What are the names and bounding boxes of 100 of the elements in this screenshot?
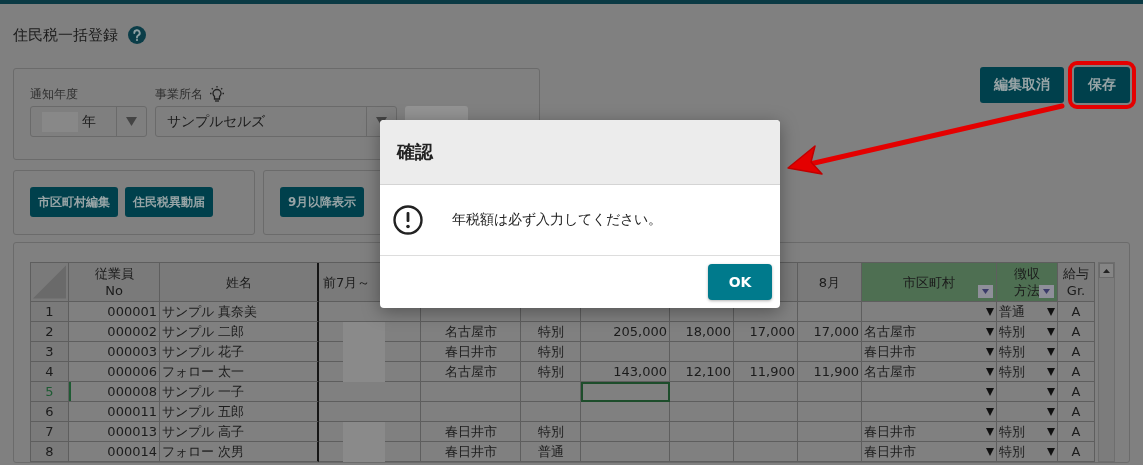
dropdown-arrow-icon (1047, 367, 1055, 376)
table-cell: サンプル 花子 (160, 342, 319, 362)
table-cell (521, 382, 581, 402)
dialog-message: 年税額は必ず入力してください。 (452, 211, 662, 229)
cell-value: 名古屋市 (864, 322, 916, 341)
dropdown-cell[interactable]: 春日井市 (862, 422, 997, 442)
action-button[interactable]: 市区町村編集 (30, 187, 118, 217)
dropdown-cell[interactable]: 特別 (997, 322, 1058, 342)
table-cell (734, 402, 798, 422)
table-cell (670, 342, 734, 362)
dropdown-cell[interactable]: 特別 (997, 442, 1058, 462)
column-header: 徴収方法 (997, 263, 1058, 302)
row-number: 3 (31, 342, 69, 362)
page-title: 住民税一括登録 (13, 25, 118, 45)
cell-value: 特別 (999, 362, 1025, 381)
table-cell: 000006 (69, 362, 160, 382)
table-cell: 000011 (69, 402, 160, 422)
row-number: 4 (31, 362, 69, 382)
dropdown-arrow-icon (986, 447, 994, 456)
dropdown-cell[interactable]: 特別 (997, 362, 1058, 382)
table-cell (521, 402, 581, 422)
dropdown-cell[interactable]: 春日井市 (862, 442, 997, 462)
dropdown-arrow-icon (1047, 427, 1055, 436)
help-icon (128, 26, 146, 44)
dropdown-arrow-icon (986, 307, 994, 316)
table-cell: 000008 (69, 382, 160, 402)
table-cell: 18,000 (670, 322, 734, 342)
year-select[interactable]: 年 (30, 106, 147, 137)
cell-value: 特別 (999, 322, 1025, 341)
dropdown-cell[interactable] (862, 402, 997, 422)
table-cell (798, 342, 862, 362)
dropdown-cell[interactable]: 名古屋市 (862, 322, 997, 342)
dropdown-cell[interactable] (997, 402, 1058, 422)
office-select[interactable]: サンプルセルズ (155, 106, 397, 137)
table-cell (798, 402, 862, 422)
action-button[interactable]: 住民税異動届 (125, 187, 213, 217)
dialog-title: 確認 (380, 120, 780, 185)
dropdown-cell[interactable]: 名古屋市 (862, 362, 997, 382)
dropdown-arrow-icon (1047, 307, 1055, 316)
field-label: 通知年度 (30, 86, 78, 103)
row-number: 2 (31, 322, 69, 342)
table-cell: 11,900 (734, 362, 798, 382)
dropdown-arrow-icon (1047, 407, 1055, 416)
column-header: 給与Gr. (1058, 263, 1095, 302)
row-number: 6 (31, 402, 69, 422)
table-cell: A (1058, 442, 1095, 462)
table-cell (734, 422, 798, 442)
action-button[interactable]: 9月以降表示 (280, 187, 365, 217)
table-cell: 11,900 (798, 362, 862, 382)
scroll-up-arrow-icon (1103, 268, 1110, 273)
row-number: 1 (31, 302, 69, 322)
dropdown-cell[interactable]: 特別 (997, 422, 1058, 442)
table-cell (670, 382, 734, 402)
exclamation-icon (393, 205, 423, 235)
active-cell[interactable] (581, 382, 670, 402)
table-cell: フォロー 次男 (160, 442, 319, 462)
dropdown-arrow-icon (986, 427, 994, 436)
column-header: 姓名 (160, 263, 319, 302)
dropdown-cell[interactable] (862, 382, 997, 402)
table-cell: 春日井市 (421, 422, 521, 442)
cancel-edit-button[interactable]: 編集取消 (980, 67, 1064, 103)
table-cell: 名古屋市 (421, 322, 521, 342)
table-cell: サンプル 真奈美 (160, 302, 319, 322)
ok-button[interactable]: OK (708, 264, 772, 300)
scrollbar[interactable] (1098, 262, 1115, 462)
select-value: 年 (82, 112, 96, 131)
table-cell (670, 422, 734, 442)
table-cell: 普通 (521, 442, 581, 462)
table-cell: A (1058, 342, 1095, 362)
dropdown-cell[interactable] (862, 302, 997, 322)
table-cell: サンプル 高子 (160, 422, 319, 442)
row-number: 7 (31, 422, 69, 442)
dropdown-cell[interactable] (997, 382, 1058, 402)
cell-value: 特別 (999, 342, 1025, 361)
table-cell: 春日井市 (421, 342, 521, 362)
table-cell: 特別 (521, 322, 581, 342)
dropdown-cell[interactable]: 普通 (997, 302, 1058, 322)
field-label: 事業所名 (155, 86, 203, 103)
lightbulb-icon (209, 86, 225, 103)
filter-button[interactable] (978, 285, 993, 298)
table-cell: A (1058, 422, 1095, 442)
table-cell: A (1058, 402, 1095, 422)
dropdown-cell[interactable]: 春日井市 (862, 342, 997, 362)
dropdown-cell[interactable]: 特別 (997, 342, 1058, 362)
filter-button[interactable] (1039, 285, 1054, 298)
cell-value: 普通 (999, 302, 1025, 321)
table-cell: サンプル 二郎 (160, 322, 319, 342)
table-cell: 000002 (69, 322, 160, 342)
cell-value: 春日井市 (864, 422, 916, 441)
scroll-up-button[interactable] (1099, 263, 1114, 278)
table-cell: 名古屋市 (421, 362, 521, 382)
dropdown-arrow-icon (986, 367, 994, 376)
dropdown-arrow-icon (1047, 327, 1055, 336)
row-number: 5 (31, 382, 69, 402)
table-cell: 特別 (521, 342, 581, 362)
table-cell: 17,000 (734, 322, 798, 342)
column-header: 市区町村 (862, 263, 997, 302)
table-cell: 000013 (69, 422, 160, 442)
table-cell: A (1058, 302, 1095, 322)
dropdown-arrow-icon (1047, 347, 1055, 356)
